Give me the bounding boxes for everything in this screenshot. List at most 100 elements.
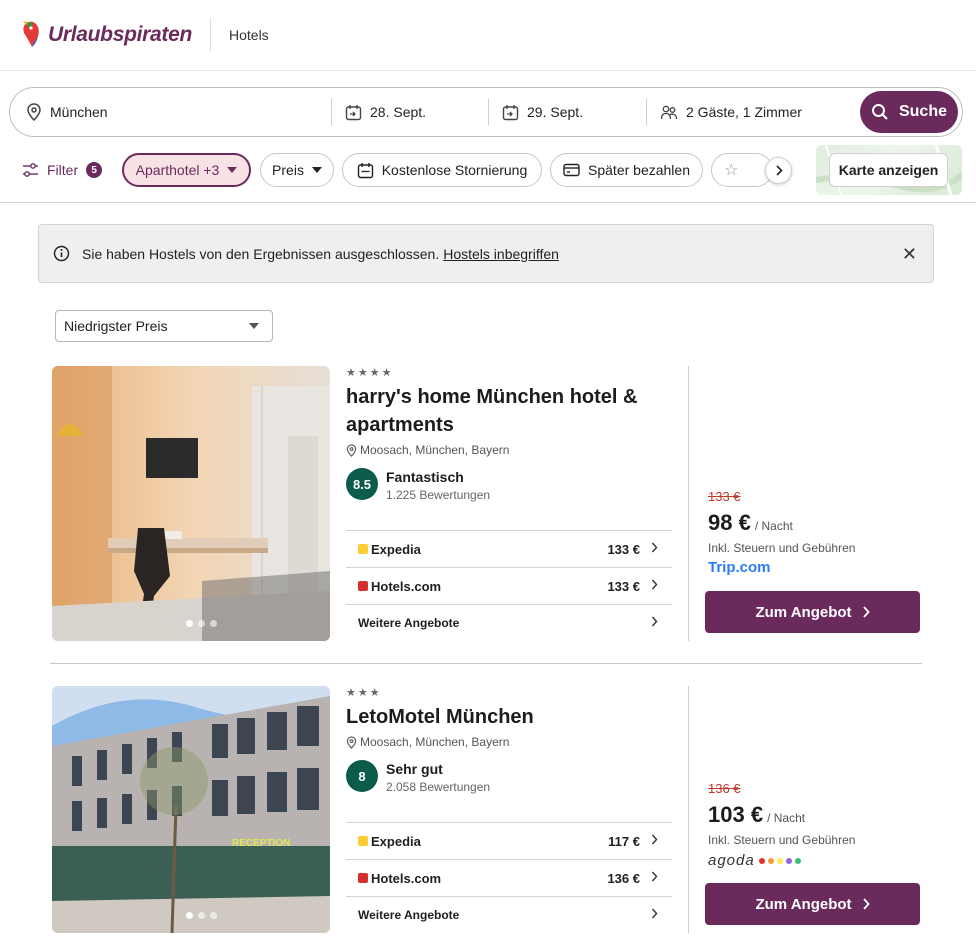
provider-name: Hotels.com — [371, 870, 442, 886]
chevron-down-icon — [227, 167, 238, 173]
price: 98 € / Nacht — [708, 510, 793, 536]
expedia-logo-icon — [358, 836, 368, 846]
search-button[interactable]: Suche — [860, 91, 958, 133]
guests-field[interactable]: 2 Gäste, 1 Zimmer — [660, 99, 802, 125]
sort-value: Niedrigster Preis — [64, 318, 168, 334]
sort-select[interactable]: Niedrigster Preis — [55, 310, 273, 342]
filter-count-badge: 5 — [86, 162, 103, 178]
offer-row[interactable]: Expedia 117 € — [346, 822, 672, 859]
chevron-right-icon — [651, 908, 658, 919]
price-value: 103 € — [708, 802, 764, 827]
calendar-out-icon — [502, 104, 519, 120]
card-divider-vertical — [688, 686, 689, 933]
star-icon: ☆ — [724, 162, 739, 179]
taxes-note: Inkl. Steuern und Gebühren — [708, 541, 856, 555]
hotel-name[interactable]: harry's home München hotel & apartments — [346, 383, 646, 439]
chip-pay-later[interactable]: Später bezahlen — [550, 153, 703, 187]
view-deal-button[interactable]: Zum Angebot — [705, 591, 920, 633]
carousel-dots[interactable] — [186, 912, 217, 919]
hotel-photo[interactable]: RECEPTION — [52, 686, 330, 933]
hotel-stars: ★★★ — [346, 687, 382, 699]
hotel-location: Moosach, München, Bayern — [346, 735, 509, 749]
chip-free-cancellation[interactable]: Kostenlose Stornierung — [342, 153, 542, 187]
rating-word: Sehr gut — [386, 761, 443, 777]
per-night: / Nacht — [754, 519, 793, 533]
destination-value: München — [50, 104, 108, 120]
checkout-value: 29. Sept. — [527, 104, 584, 120]
calendar-cancel-icon — [357, 162, 373, 178]
hostel-notice: Sie haben Hostels von den Ergebnissen au… — [38, 224, 934, 283]
hotel-room-photo — [52, 366, 330, 641]
chip-label: Aparthotel +3 — [135, 162, 220, 178]
filter-button[interactable]: Filter 5 — [22, 153, 103, 187]
more-offers-row[interactable]: Weitere Angebote — [346, 604, 672, 641]
calendar-in-icon — [345, 104, 362, 120]
checkin-value: 28. Sept. — [370, 104, 427, 120]
provider-name: Expedia — [371, 541, 421, 557]
search-icon — [871, 104, 888, 120]
chevron-right-icon — [775, 165, 783, 176]
more-offers-label: Weitere Angebote — [358, 616, 460, 630]
hotels-com-logo-icon — [358, 581, 368, 591]
review-count: 2.058 Bewertungen — [386, 780, 491, 794]
chevron-right-icon — [651, 871, 658, 882]
hotel-photo[interactable] — [52, 366, 330, 641]
chip-label: Später bezahlen — [588, 162, 690, 178]
location-pin-icon — [27, 103, 41, 121]
review-count: 1.225 Bewertungen — [386, 488, 491, 502]
filter-bar: Filter 5 Aparthotel +3 Preis Kostenlose … — [0, 145, 976, 203]
offer-price: 136 € — [607, 870, 640, 886]
offer-row[interactable]: Hotels.com 133 € — [346, 567, 672, 604]
more-offers-row[interactable]: Weitere Angebote — [346, 896, 672, 933]
chip-aparthotel[interactable]: Aparthotel +3 — [122, 153, 251, 187]
guests-icon — [660, 105, 678, 119]
nav-hotels[interactable]: Hotels — [229, 27, 269, 43]
rating-word: Fantastisch — [386, 469, 464, 485]
location-pin-icon — [346, 443, 357, 457]
reception-sign: RECEPTION — [232, 838, 290, 849]
rating-score-badge: 8 — [346, 760, 378, 792]
search-separator — [646, 99, 647, 125]
carousel-dots[interactable] — [186, 620, 217, 627]
old-price: 133 € — [708, 489, 741, 504]
chevron-down-icon — [311, 167, 322, 173]
old-price: 136 € — [708, 781, 741, 796]
close-icon[interactable]: ✕ — [902, 244, 917, 265]
chip-stars[interactable]: ☆ — [711, 153, 773, 187]
view-deal-button[interactable]: Zum Angebot — [705, 883, 920, 925]
hotel-name[interactable]: LetoMotel München — [346, 703, 646, 731]
provider-name: Hotels.com — [371, 578, 442, 594]
provider-expedia: Expedia — [358, 542, 421, 557]
taxes-note: Inkl. Steuern und Gebühren — [708, 833, 856, 847]
view-deal-label: Zum Angebot — [755, 895, 852, 913]
offer-row[interactable]: Expedia 133 € — [346, 530, 672, 567]
offer-price: 133 € — [607, 578, 640, 594]
map-preview[interactable]: Karte anzeigen — [816, 145, 962, 195]
show-map-button[interactable]: Karte anzeigen — [829, 153, 948, 187]
checkin-field[interactable]: 28. Sept. — [345, 99, 426, 125]
hotel-card[interactable]: ★★★★ harry's home München hotel & apartm… — [52, 366, 922, 641]
hotel-stars: ★★★★ — [346, 367, 394, 379]
per-night: / Nacht — [767, 811, 806, 825]
card-divider — [50, 663, 922, 664]
offer-row[interactable]: Hotels.com 136 € — [346, 859, 672, 896]
logo-text: Urlaubspiraten — [48, 23, 192, 46]
search-separator — [331, 99, 332, 125]
destination-field[interactable]: München — [26, 99, 108, 125]
header: Urlaubspiraten Hotels — [0, 0, 976, 71]
logo[interactable]: Urlaubspiraten — [20, 19, 192, 51]
chevron-right-icon — [651, 834, 658, 845]
chevron-right-icon — [862, 898, 870, 910]
checkout-field[interactable]: 29. Sept. — [502, 99, 583, 125]
expedia-logo-icon — [358, 544, 368, 554]
location-pin-icon — [346, 735, 357, 749]
include-hostels-link[interactable]: Hostels inbegriffen — [443, 246, 559, 262]
partner-logo: agoda — [708, 852, 806, 869]
chip-price[interactable]: Preis — [260, 153, 334, 187]
search-button-label: Suche — [898, 103, 947, 120]
price-value: 98 € — [708, 510, 751, 535]
chevron-right-icon — [862, 606, 870, 618]
hotel-card[interactable]: RECEPTION ★★★ LetoMotel München Moosach,… — [52, 686, 922, 933]
scroll-right-button[interactable] — [765, 157, 792, 184]
chevron-right-icon — [651, 616, 658, 627]
